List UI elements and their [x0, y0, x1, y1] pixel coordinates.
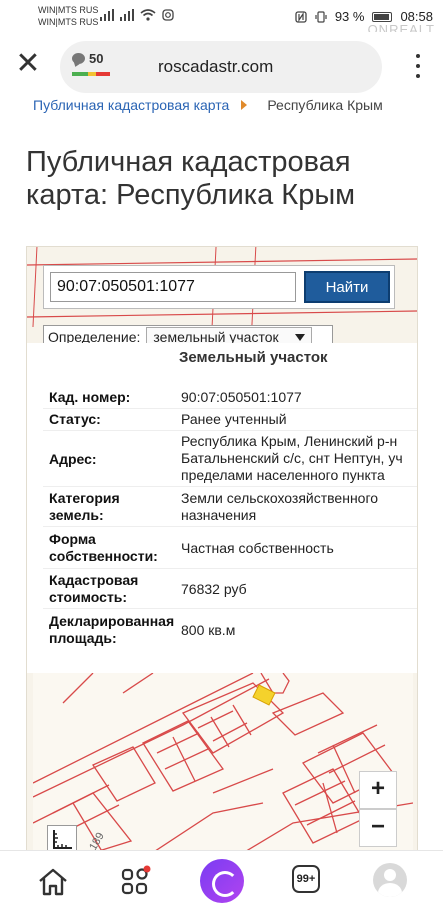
status-icons-left — [100, 9, 174, 21]
carrier-1: WIN|MTS RUS — [38, 5, 99, 15]
rating-bad — [96, 72, 110, 76]
cadastral-map-widget[interactable]: Найти Определение: земельный участок Зем… — [26, 246, 418, 858]
close-icon[interactable]: ✕ — [14, 49, 42, 79]
carrier-2: WIN|MTS RUS — [38, 17, 99, 27]
menu-kebab-icon[interactable] — [415, 54, 421, 78]
info-row-address: Адрес: Республика Крым, Ленинский р-н Ба… — [43, 431, 417, 487]
cadastral-number-input[interactable] — [50, 272, 296, 302]
home-icon[interactable] — [36, 865, 70, 899]
info-key-line: Категория — [49, 490, 120, 506]
info-value: Ранее учтенный — [181, 411, 287, 427]
tabs-counter-icon[interactable]: 99+ — [292, 865, 320, 893]
breadcrumb-separator-icon — [241, 100, 248, 110]
address-bar[interactable]: 50 roscadastr.com — [60, 41, 382, 93]
info-key-line: Форма — [49, 531, 96, 547]
info-row-cadastral-number: Кад. номер: 90:07:050501:1077 — [43, 387, 417, 409]
bottom-navigation: 99+ — [0, 850, 443, 910]
info-key-line: Декларированная — [49, 613, 175, 629]
parcel-info-title: Земельный участок — [179, 349, 328, 366]
info-key-line: Кадастровая — [49, 572, 139, 588]
rating-neutral — [88, 72, 96, 76]
zoom-out-button[interactable]: − — [359, 809, 397, 847]
info-key: Адрес: — [49, 451, 97, 467]
rating-good — [72, 72, 88, 76]
breadcrumb: Публичная кадастровая карта Республика К… — [33, 97, 383, 113]
info-key-line: земель: — [49, 507, 104, 523]
info-row-declared-area: Декларированная площадь: 800 кв.м — [43, 609, 417, 651]
alice-assistant-icon[interactable] — [200, 859, 244, 903]
services-grid-icon[interactable] — [118, 865, 152, 899]
profile-avatar-icon[interactable] — [373, 863, 407, 897]
vibrate-icon — [315, 10, 327, 23]
instagram-icon — [162, 9, 174, 21]
info-value: 76832 руб — [181, 581, 247, 597]
search-panel: Найти — [43, 265, 395, 309]
info-key: Статус: — [49, 411, 101, 427]
status-bar: WIN|MTS RUS WIN|MTS RUS 93 % 08:58 ONREA… — [0, 0, 443, 37]
parcel-info-panel: Земельный участок Кад. номер: 90:07:0505… — [27, 343, 417, 673]
info-value-line: пределами населенного пункта — [181, 467, 385, 483]
comment-icon — [72, 53, 85, 64]
breadcrumb-parent-link[interactable]: Публичная кадастровая карта — [33, 97, 229, 113]
browser-toolbar: ✕ 50 roscadastr.com — [0, 32, 443, 102]
info-row-cadastral-value: Кадастровая стоимость: 76832 руб — [43, 569, 417, 609]
wifi-icon — [140, 9, 156, 21]
info-value-line: назначения — [181, 507, 257, 523]
info-value-line: Земли сельскохозяйственного — [181, 490, 379, 506]
info-row-land-category: Категория земель: Земли сельскохозяйстве… — [43, 487, 417, 527]
page-title: Публичная кадастровая карта: Республика … — [26, 146, 356, 211]
signal-icon — [100, 9, 114, 21]
carrier-labels: WIN|MTS RUS WIN|MTS RUS — [38, 4, 98, 28]
battery-percent: 93 % — [334, 9, 365, 24]
comments-counter[interactable]: 50 — [72, 51, 103, 66]
url-text: roscadastr.com — [158, 57, 274, 76]
info-row-status: Статус: Ранее учтенный — [43, 409, 417, 431]
info-value-line: Республика Крым, Ленинский р-н — [181, 433, 398, 449]
info-key-line: площадь: — [49, 630, 117, 646]
info-key-line: стоимость: — [49, 589, 128, 605]
battery-icon — [372, 11, 393, 22]
map-parcels[interactable]: 189 — [33, 673, 413, 858]
zoom-in-button[interactable]: + — [359, 771, 397, 809]
info-key-line: собственности: — [49, 548, 158, 564]
info-value: Частная собственность — [181, 540, 334, 556]
find-button[interactable]: Найти — [304, 271, 390, 303]
info-value: 800 кв.м — [181, 622, 236, 638]
nfc-icon — [295, 10, 307, 23]
info-key: Кад. номер: — [49, 389, 131, 405]
info-row-ownership: Форма собственности: Частная собственнос… — [43, 527, 417, 569]
site-rating-bar — [72, 72, 110, 76]
signal-icon-2 — [120, 9, 134, 21]
info-value: 90:07:050501:1077 — [181, 389, 302, 405]
comment-count: 50 — [89, 51, 104, 66]
info-value-line: Батальненский с/с, снт Нептун, уч — [181, 450, 403, 466]
dropdown-arrow-icon — [294, 333, 305, 341]
breadcrumb-current: Республика Крым — [267, 97, 383, 113]
